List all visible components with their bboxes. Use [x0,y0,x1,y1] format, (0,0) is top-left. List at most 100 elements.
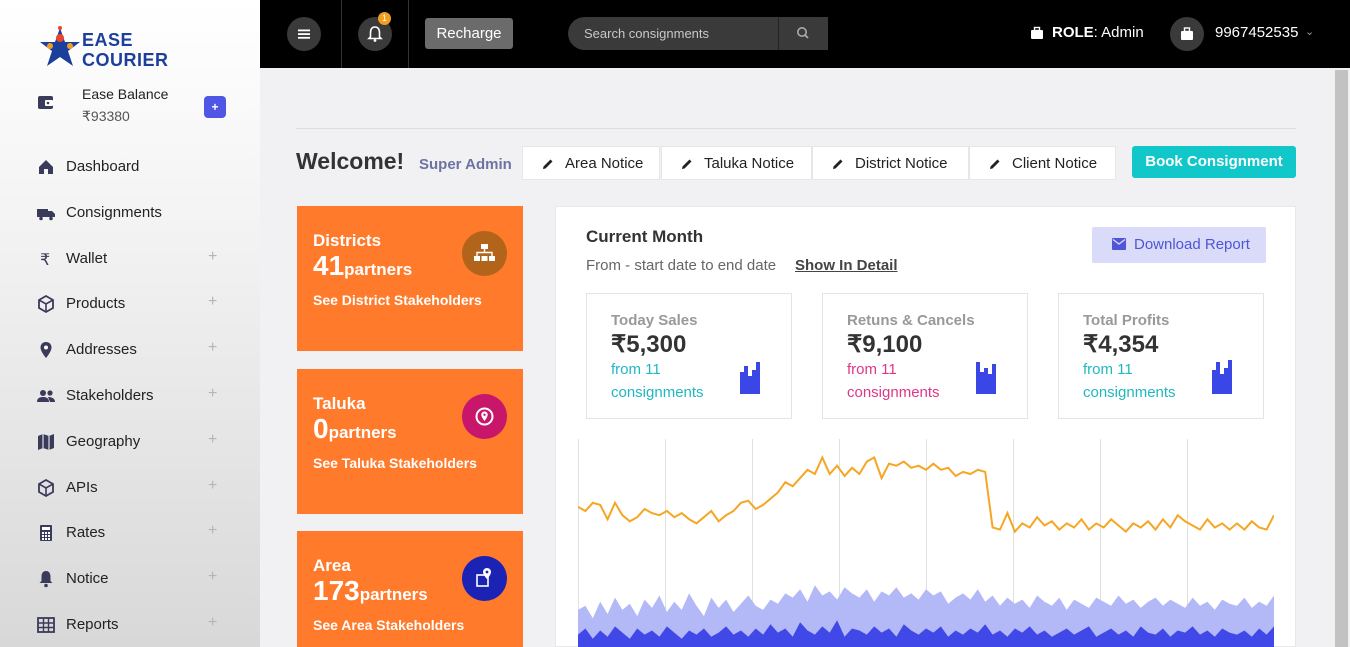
star-logo-icon [40,26,80,66]
divider [341,0,342,68]
sidebar-item-label: Stakeholders [66,386,154,404]
search-icon [796,27,809,39]
sidebar-item-label: APIs [66,478,98,496]
sidebar-item-geography[interactable]: Geography + [0,419,260,465]
mini-bar-chart-icon [976,362,996,394]
table-icon [37,617,55,633]
logo[interactable]: EASE COURIER [38,24,178,74]
recharge-button[interactable]: Recharge [425,18,513,49]
role-label: ROLE [1052,24,1094,41]
chevron-down-icon[interactable]: ⌄ [1305,25,1314,38]
sidebar-item-notice[interactable]: Notice + [0,556,260,602]
expand-icon[interactable]: + [208,339,217,357]
profile-button[interactable] [1170,17,1204,51]
stat-card-area: Area 173partners See Area Stakeholders [297,531,523,647]
show-in-detail-link[interactable]: Show In Detail [795,257,898,274]
expand-icon[interactable]: + [208,522,217,540]
map-pin-icon [476,568,491,587]
menu-button[interactable] [287,17,321,51]
stat-icon-circle [462,231,507,276]
sidebar-item-products[interactable]: Products + [0,281,260,327]
stat-title: Taluka [313,394,366,413]
expand-icon[interactable]: + [208,614,217,632]
metric-subtext: from 11 consignments [1083,361,1176,401]
expand-icon[interactable]: + [208,477,217,495]
notification-count-badge: 1 [378,12,391,25]
sidebar-item-label: Consignments [66,203,162,221]
expand-icon[interactable]: + [208,568,217,586]
download-report-label: Download Report [1134,236,1250,253]
stat-count-unit: partners [328,423,397,442]
client-notice-label: Client Notice [1012,155,1098,172]
home-icon [39,160,53,174]
book-consignment-button[interactable]: Book Consignment [1132,146,1296,178]
sidebar-item-label: Wallet [66,249,108,267]
hierarchy-icon [474,244,495,261]
stat-card-districts: Districts 41partners See District Stakeh… [297,206,523,351]
sidebar-item-label: Reports [66,615,119,633]
expand-icon[interactable]: + [208,293,217,311]
stat-title: Area [313,556,351,575]
district-notice-button[interactable]: District Notice [812,146,969,180]
stat-icon-circle [462,394,507,439]
brand-line2: COURIER [82,50,169,70]
see-area-stakeholders-link[interactable]: See Area Stakeholders [313,617,464,633]
svg-text:₹: ₹ [40,250,50,269]
client-notice-button[interactable]: Client Notice [969,146,1116,180]
panel-title: Current Month [586,227,704,246]
expand-icon[interactable]: + [208,431,217,449]
metric-title: Retuns & Cancels [847,312,975,329]
download-report-button[interactable]: Download Report [1092,227,1266,263]
sidebar-item-addresses[interactable]: Addresses + [0,327,260,373]
sidebar-item-label: Addresses [66,341,137,359]
hamburger-icon [298,29,310,39]
expand-icon[interactable]: + [208,248,217,266]
stat-count: 0partners [313,413,397,445]
scrollbar-thumb[interactable] [1335,70,1348,647]
people-icon [37,389,55,402]
truck-icon [37,208,55,221]
divider [408,0,409,68]
search-button[interactable] [778,17,827,50]
sidebar-item-consignments[interactable]: Consignments [0,190,260,236]
pencil-icon [990,159,1000,169]
topbar: 1 Recharge ROLE: Admin 9967452535 ⌄ [260,0,1350,68]
pencil-icon [682,159,692,169]
briefcase-icon [1181,27,1193,40]
stat-count-unit: partners [359,585,428,604]
briefcase-icon [1031,26,1043,39]
date-range: From - start date to end date [586,257,777,274]
location-pin-icon [40,342,52,359]
see-district-stakeholders-link[interactable]: See District Stakeholders [313,292,482,308]
add-balance-button[interactable]: + [204,96,226,118]
mail-icon [1112,238,1126,250]
see-taluka-stakeholders-link[interactable]: See Taluka Stakeholders [313,455,477,471]
metric-subtext: from 11 consignments [847,361,940,401]
area-notice-button[interactable]: Area Notice [522,146,660,180]
sidebar-item-reports[interactable]: Reports + [0,602,260,647]
wallet-icon [38,96,53,109]
stat-count-number: 0 [313,413,329,444]
sidebar-item-dashboard[interactable]: Dashboard [0,144,260,190]
calculator-icon [40,525,52,542]
pencil-icon [543,159,553,169]
sidebar-item-stakeholders[interactable]: Stakeholders + [0,373,260,419]
sidebar-item-rates[interactable]: Rates + [0,510,260,556]
stat-title: Districts [313,231,382,250]
phone-number[interactable]: 9967452535 [1215,24,1298,41]
sidebar-nav: Dashboard Consignments ₹ Wallet + Products + Ad… [0,144,260,647]
taluka-notice-button[interactable]: Taluka Notice [661,146,812,180]
metric-subtext: from 11 consignments [611,361,704,401]
cube-icon [38,478,54,497]
sidebar-item-apis[interactable]: APIs + [0,465,260,511]
metric-value: ₹5,300 [611,331,687,358]
rupee-icon: ₹ [40,250,50,269]
sidebar-item-wallet[interactable]: ₹ Wallet + [0,236,260,282]
map-icon [38,433,54,450]
role-display: ROLE: Admin [1052,24,1144,41]
expand-icon[interactable]: + [208,385,217,403]
sidebar-item-label: Rates [66,524,106,542]
stat-count-number: 173 [313,575,360,606]
bell-icon [39,571,53,588]
balance-label: Ease Balance [82,86,169,102]
